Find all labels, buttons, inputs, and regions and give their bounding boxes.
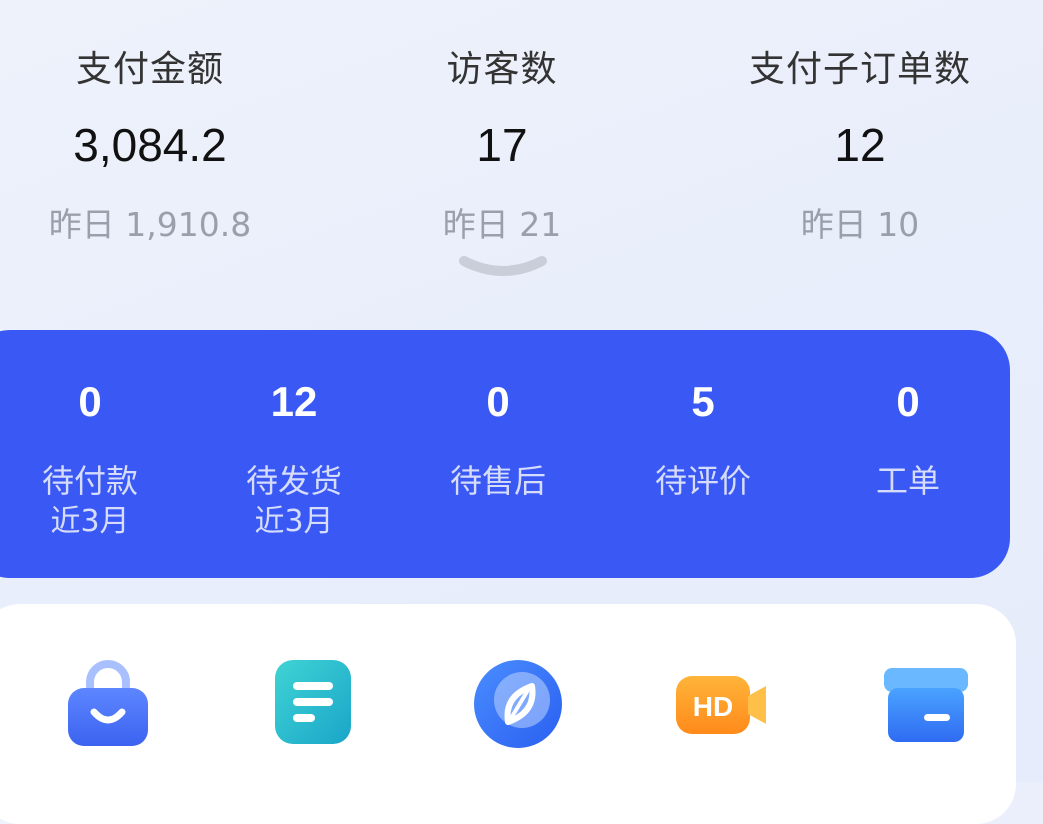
stat-value: 12 <box>834 119 886 171</box>
expand-chevron-icon[interactable] <box>458 255 548 277</box>
tool-document[interactable] <box>265 656 361 752</box>
document-list-icon <box>275 660 351 744</box>
stat-label: 支付金额 <box>75 49 224 90</box>
order-sublabel: 近3月 <box>50 504 130 539</box>
stat-yesterday: 昨日 10 <box>800 205 920 244</box>
shopping-bag-icon <box>68 660 148 746</box>
order-label: 待售后 <box>449 462 546 500</box>
order-count: 0 <box>78 378 102 425</box>
box-icon <box>884 668 968 742</box>
order-count: 5 <box>691 378 715 425</box>
stat-label: 支付子订单数 <box>748 49 971 90</box>
tool-compass[interactable] <box>470 656 566 752</box>
stat-value: 3,084.2 <box>73 119 227 171</box>
order-label: 待评价 <box>654 462 751 500</box>
order-count: 0 <box>486 378 510 425</box>
stats-summary: 支付金额 3,084.2 昨日 1,910.8 访客数 17 昨日 21 支付子… <box>0 0 1043 300</box>
order-status-panel: 0 待付款 近3月 12 待发货 近3月 0 待售后 5 待评价 0 工单 <box>0 330 1010 578</box>
hd-video-icon: HD <box>676 676 766 734</box>
order-label: 工单 <box>875 462 940 500</box>
hd-label: HD <box>693 691 733 722</box>
order-sublabel: 近3月 <box>254 504 334 539</box>
tool-hd-video[interactable]: HD <box>674 656 770 752</box>
stat-yesterday: 昨日 21 <box>442 205 562 244</box>
stat-label: 访客数 <box>446 49 558 90</box>
tool-box[interactable] <box>878 656 974 752</box>
stat-value: 17 <box>476 119 528 171</box>
tool-shopping-bag[interactable] <box>60 656 156 752</box>
order-count: 12 <box>270 378 318 425</box>
stat-yesterday: 昨日 1,910.8 <box>48 205 252 244</box>
order-count: 0 <box>896 378 920 425</box>
compass-icon <box>474 660 562 748</box>
tools-card: HD <box>0 604 1016 824</box>
